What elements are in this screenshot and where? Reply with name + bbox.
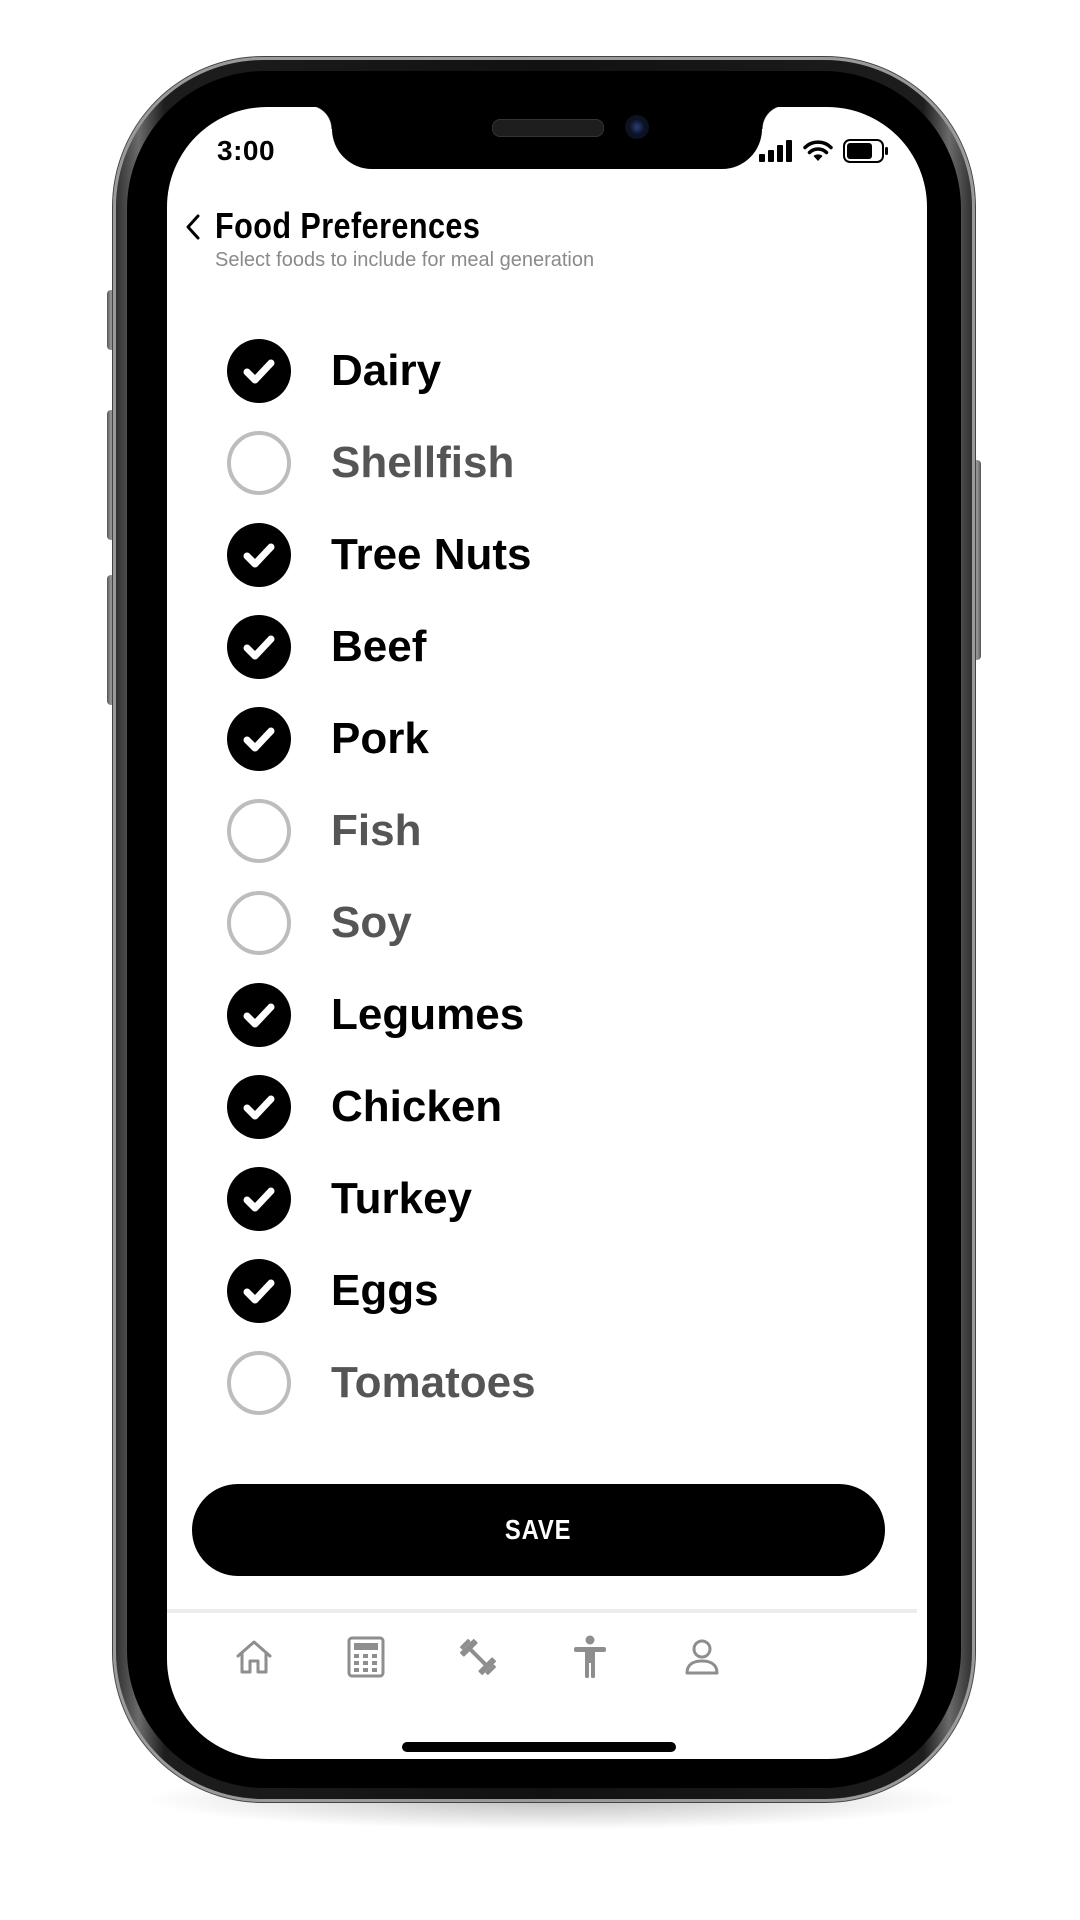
checked-circle-icon[interactable] <box>227 523 291 587</box>
page-subtitle: Select foods to include for meal generat… <box>215 249 595 271</box>
food-item-tomatoes[interactable]: Tomatoes <box>227 1347 536 1419</box>
food-item-beef[interactable]: Beef <box>227 611 426 683</box>
food-item-chicken[interactable]: Chicken <box>227 1071 502 1143</box>
checked-circle-icon[interactable] <box>227 983 291 1047</box>
profile-icon <box>685 1639 719 1675</box>
status-time: 3:00 <box>217 135 276 166</box>
tab-profile[interactable] <box>672 1627 732 1687</box>
food-item-label: Tree Nuts <box>331 530 532 579</box>
tab-bar <box>167 1617 927 1707</box>
checked-circle-icon[interactable] <box>227 1259 291 1323</box>
unchecked-circle-icon[interactable] <box>227 799 291 863</box>
food-item-label: Fish <box>331 806 422 855</box>
tab-home[interactable] <box>224 1627 284 1687</box>
signal-icon <box>759 140 792 162</box>
tab-calculator[interactable] <box>336 1627 396 1687</box>
food-item-label: Turkey <box>331 1174 473 1223</box>
food-item-legumes[interactable]: Legumes <box>227 979 524 1051</box>
tab-bar-divider <box>167 1609 917 1613</box>
checkmark-icon <box>243 1003 275 1028</box>
food-item-tree-nuts[interactable]: Tree Nuts <box>227 519 532 591</box>
food-item-label: Pork <box>331 714 429 763</box>
checked-circle-icon[interactable] <box>227 1075 291 1139</box>
food-item-pork[interactable]: Pork <box>227 703 429 775</box>
unchecked-circle-icon[interactable] <box>227 1351 291 1415</box>
checkmark-icon <box>243 1095 275 1120</box>
save-button[interactable]: SAVE <box>192 1484 885 1576</box>
front-camera <box>625 115 649 139</box>
food-item-dairy[interactable]: Dairy <box>227 335 441 407</box>
food-list: Dairy Shellfish Tree Nuts Beef Pork Fish Soy Le… <box>167 302 927 1427</box>
tab-body[interactable] <box>560 1627 620 1687</box>
checked-circle-icon[interactable] <box>227 1167 291 1231</box>
food-item-soy[interactable]: Soy <box>227 887 412 959</box>
food-item-label: Eggs <box>331 1266 439 1315</box>
food-item-eggs[interactable]: Eggs <box>227 1255 439 1327</box>
home-icon <box>236 1640 272 1674</box>
notch <box>308 107 786 169</box>
dumbbell-icon <box>460 1639 496 1675</box>
battery-icon <box>843 139 888 163</box>
food-item-label: Chicken <box>331 1082 503 1131</box>
status-icons <box>759 139 889 163</box>
food-item-label: Soy <box>331 898 412 947</box>
speaker-grille <box>492 119 604 137</box>
home-indicator[interactable] <box>402 1742 676 1752</box>
body-icon <box>574 1635 606 1678</box>
checkmark-icon <box>243 635 275 660</box>
checked-circle-icon[interactable] <box>227 707 291 771</box>
checkmark-icon <box>243 1279 275 1304</box>
checkmark-icon <box>243 727 275 752</box>
food-item-turkey[interactable]: Turkey <box>227 1163 472 1235</box>
food-item-label: Dairy <box>331 346 442 395</box>
back-button[interactable] <box>173 207 213 247</box>
page-title: Food Preferences <box>215 205 481 246</box>
checked-circle-icon[interactable] <box>227 339 291 403</box>
food-item-label: Shellfish <box>331 438 515 487</box>
tab-workouts[interactable] <box>448 1627 508 1687</box>
checkmark-icon <box>243 359 275 384</box>
food-item-fish[interactable]: Fish <box>227 795 421 867</box>
food-item-label: Tomatoes <box>331 1358 536 1407</box>
unchecked-circle-icon[interactable] <box>227 431 291 495</box>
app-screen: 3:00 Food Preferences Select foods to in… <box>167 107 927 1759</box>
food-item-shellfish[interactable]: Shellfish <box>227 427 514 499</box>
food-item-label: Beef <box>331 622 427 671</box>
chevron-left-icon <box>186 214 200 240</box>
wifi-icon <box>803 140 833 161</box>
unchecked-circle-icon[interactable] <box>227 891 291 955</box>
checked-circle-icon[interactable] <box>227 615 291 679</box>
save-button-label: SAVE <box>505 1514 572 1545</box>
checkmark-icon <box>243 1187 275 1212</box>
checkmark-icon <box>243 543 275 568</box>
calculator-icon <box>347 1636 385 1678</box>
food-item-label: Legumes <box>331 990 525 1039</box>
